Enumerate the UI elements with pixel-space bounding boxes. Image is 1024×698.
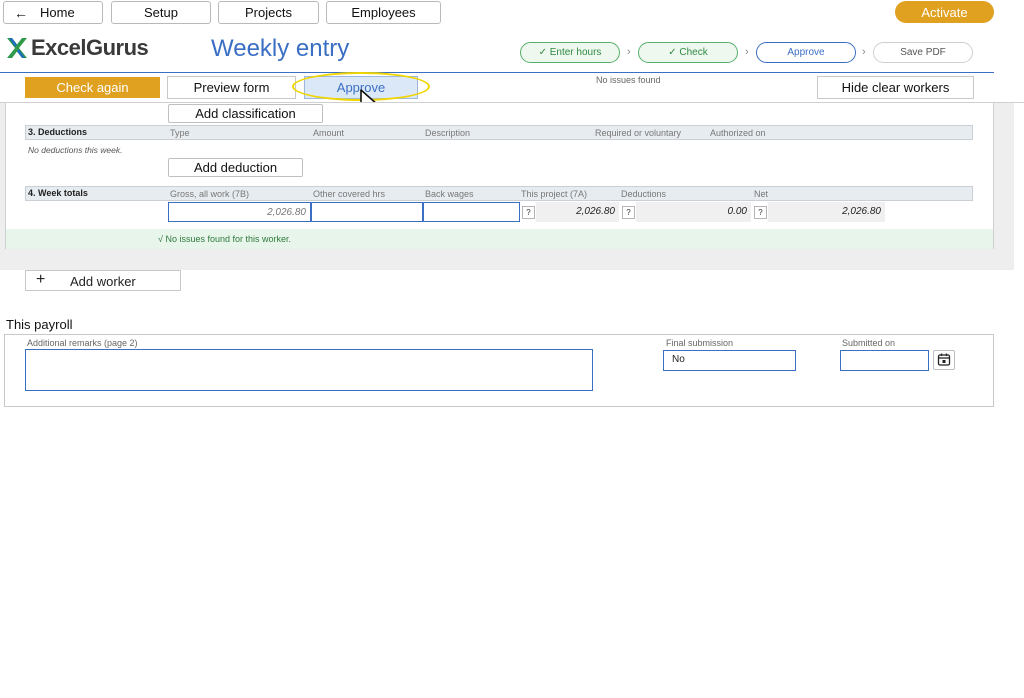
column-header: Back wages bbox=[425, 189, 474, 199]
worker-status-bar bbox=[6, 229, 993, 249]
help-icon[interactable]: ? bbox=[622, 206, 635, 219]
other-covered-hours-input[interactable] bbox=[311, 202, 423, 222]
add-worker-label: Add worker bbox=[70, 274, 136, 289]
activate-button[interactable]: Activate bbox=[895, 1, 994, 23]
home-button[interactable]: ← Home bbox=[3, 1, 103, 24]
help-icon[interactable]: ? bbox=[522, 206, 535, 219]
column-header: Authorized on bbox=[710, 128, 766, 138]
plus-icon: + bbox=[36, 271, 46, 288]
no-deductions-text: No deductions this week. bbox=[28, 145, 123, 155]
step-check[interactable]: ✓ Check bbox=[638, 42, 738, 63]
column-header: Type bbox=[170, 128, 190, 138]
this-project-value: 2,026.80 bbox=[536, 202, 619, 222]
back-arrow-icon: ← bbox=[14, 4, 28, 21]
column-header: This project (7A) bbox=[521, 189, 588, 199]
add-worker-button[interactable]: + Add worker bbox=[25, 270, 181, 291]
chevron-right-icon: › bbox=[745, 46, 749, 58]
deductions-section-header: 3. Deductions Type Amount Description Re… bbox=[25, 125, 973, 140]
brand-logo: ExcelGurus bbox=[5, 35, 149, 61]
column-header: Net bbox=[754, 189, 769, 199]
hide-clear-workers-button[interactable]: Hide clear workers bbox=[817, 76, 974, 99]
column-header: Other covered hrs bbox=[313, 189, 386, 199]
setup-button[interactable]: Setup bbox=[111, 1, 211, 24]
step-enter-hours[interactable]: ✓ Enter hours bbox=[520, 42, 620, 63]
payroll-section-title: This payroll bbox=[6, 317, 73, 332]
remarks-label: Additional remarks (page 2) bbox=[27, 338, 138, 348]
submitted-on-input[interactable] bbox=[840, 350, 929, 371]
excelgurus-x-icon bbox=[7, 38, 27, 58]
add-classification-button[interactable]: Add classification bbox=[168, 104, 323, 123]
home-label: Home bbox=[40, 5, 75, 20]
projects-button[interactable]: Projects bbox=[218, 1, 319, 24]
brand-name: ExcelGurus bbox=[31, 35, 149, 60]
gross-all-work-input[interactable]: 2,026.80 bbox=[168, 202, 311, 222]
column-header: Deductions bbox=[621, 189, 667, 199]
calendar-button[interactable] bbox=[933, 350, 955, 370]
worker-status-text: √ No issues found for this worker. bbox=[158, 234, 291, 244]
check-again-button[interactable]: Check again bbox=[25, 77, 160, 98]
step-save-pdf[interactable]: Save PDF bbox=[873, 42, 973, 63]
employees-button[interactable]: Employees bbox=[326, 1, 441, 24]
calendar-icon bbox=[937, 353, 951, 366]
chevron-right-icon: › bbox=[627, 46, 631, 58]
preview-form-button[interactable]: Preview form bbox=[167, 76, 296, 99]
week-totals-title: 4. Week totals bbox=[28, 188, 88, 198]
back-wages-input[interactable] bbox=[423, 202, 520, 222]
column-header: Description bbox=[425, 128, 471, 138]
chevron-right-icon: › bbox=[862, 46, 866, 58]
header-divider bbox=[0, 72, 994, 73]
additional-remarks-input[interactable] bbox=[25, 349, 593, 391]
help-icon[interactable]: ? bbox=[754, 206, 767, 219]
step-approve[interactable]: Approve bbox=[756, 42, 856, 63]
deductions-value: 0.00 bbox=[636, 202, 751, 222]
check-status-text: No issues found bbox=[596, 75, 661, 85]
add-deduction-button[interactable]: Add deduction bbox=[168, 158, 303, 177]
week-totals-section-header: 4. Week totals Gross, all work (7B) Othe… bbox=[25, 186, 973, 201]
column-header: Amount bbox=[313, 128, 345, 138]
column-header: Required or voluntary bbox=[595, 128, 682, 138]
column-header: Gross, all work (7B) bbox=[170, 189, 250, 199]
submitted-on-label: Submitted on bbox=[842, 338, 896, 348]
deductions-title: 3. Deductions bbox=[28, 127, 88, 137]
final-submission-select[interactable]: No bbox=[663, 350, 796, 371]
final-submission-label: Final submission bbox=[666, 338, 734, 348]
net-value: 2,026.80 bbox=[768, 202, 885, 222]
page-title: Weekly entry bbox=[211, 35, 350, 62]
